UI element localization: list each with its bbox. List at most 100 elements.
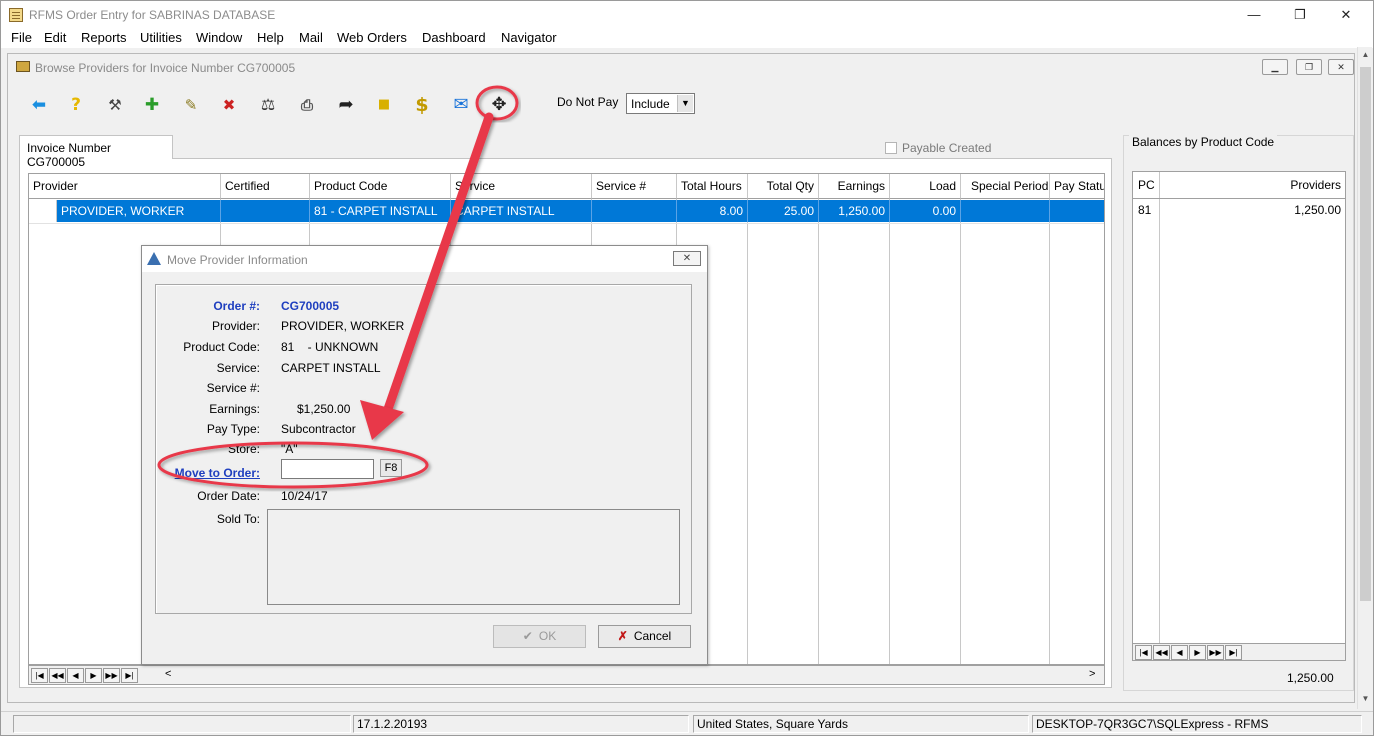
balances-total: 1,250.00 [1287, 671, 1334, 685]
col-header-total-qty[interactable]: Total Qty [748, 174, 819, 199]
cell-service-no[interactable] [592, 200, 677, 222]
cell-special-period[interactable] [961, 200, 1050, 222]
col-header-certified[interactable]: Certified [221, 174, 310, 199]
vertical-scrollbar[interactable]: ▲ ▼ [1357, 47, 1372, 709]
cell-pc[interactable]: 81 [1138, 203, 1151, 217]
cell-certified[interactable] [221, 200, 310, 222]
col-header-product-code[interactable]: Product Code [310, 174, 451, 199]
nav-prev-icon[interactable]: ◀ [67, 668, 84, 683]
cell-load[interactable]: 0.00 [890, 200, 961, 222]
close-button[interactable]: ✕ [1323, 1, 1369, 29]
child-close-button[interactable]: ✕ [1328, 59, 1354, 75]
balances-navigator: |◀ ◀◀ ◀ ▶ ▶▶ ▶| [1132, 643, 1346, 661]
col-header-pay-status[interactable]: Pay Status [1050, 174, 1104, 199]
payable-created-checkbox[interactable]: Payable Created [885, 141, 991, 155]
dollar-icon[interactable]: $ [409, 93, 435, 117]
scroll-down-icon[interactable]: ▼ [1358, 691, 1373, 707]
menu-web-orders[interactable]: Web Orders [337, 30, 407, 45]
dialog-close-button[interactable]: ✕ [673, 251, 701, 266]
nav-first-icon[interactable]: |◀ [1135, 645, 1152, 660]
chevron-down-icon[interactable]: ▼ [677, 95, 693, 112]
balances-title: Balances by Product Code [1129, 135, 1278, 149]
lookup-f8-button[interactable]: F8 [380, 459, 402, 477]
menu-file[interactable]: File [11, 30, 32, 45]
cell-earnings[interactable]: 1,250.00 [819, 200, 890, 222]
delete-document-icon[interactable]: ✖ [216, 93, 242, 117]
edit-document-icon[interactable]: ✎ [178, 93, 204, 117]
redo-arrow-icon[interactable]: ➦ [333, 93, 359, 117]
mail-icon[interactable]: ✉ [448, 93, 474, 117]
cell-provider[interactable]: PROVIDER, WORKER [57, 200, 221, 222]
nav-last-icon[interactable]: ▶| [121, 668, 138, 683]
col-divider [1133, 172, 1160, 658]
app-window: RFMS Order Entry for SABRINAS DATABASE —… [0, 0, 1374, 736]
nav-next-icon[interactable]: ▶ [1189, 645, 1206, 660]
back-arrow-icon[interactable]: ⬅ [26, 93, 52, 117]
menu-dashboard[interactable]: Dashboard [422, 30, 486, 45]
move-to-order-input[interactable] [281, 459, 374, 479]
cell-service[interactable]: CARPET INSTALL [451, 200, 592, 222]
app-notepad-icon [9, 8, 23, 22]
col-header-special-period[interactable]: Special Period [961, 174, 1050, 199]
earnings-label: Earnings: [209, 402, 260, 416]
checkmark-icon: ✔ [522, 629, 533, 643]
scroll-thumb[interactable] [1360, 67, 1371, 601]
nav-prev-page-icon[interactable]: ◀◀ [1153, 645, 1170, 660]
move-icon[interactable]: ✥ [486, 93, 512, 117]
nav-last-icon[interactable]: ▶| [1225, 645, 1242, 660]
help-icon[interactable]: ? [63, 93, 89, 117]
cell-providers[interactable]: 1,250.00 [1294, 203, 1341, 217]
minimize-button[interactable]: — [1231, 1, 1277, 29]
menu-utilities[interactable]: Utilities [140, 30, 182, 45]
nav-first-icon[interactable]: |◀ [31, 668, 48, 683]
earnings-value: $1,250.00 [297, 402, 351, 416]
nav-next-icon[interactable]: ▶ [85, 668, 102, 683]
col-header-earnings[interactable]: Earnings [819, 174, 890, 199]
cell-total-qty[interactable]: 25.00 [748, 200, 819, 222]
restore-button[interactable]: ❐ [1277, 1, 1323, 29]
note-icon[interactable]: ■ [371, 93, 397, 117]
cell-pay-status[interactable] [1050, 200, 1104, 222]
tools-icon[interactable]: ⚒ [102, 93, 128, 117]
col-header-service-no[interactable]: Service # [592, 174, 677, 199]
cancel-button[interactable]: ✗ Cancel [598, 625, 691, 648]
checkbox-icon[interactable] [885, 142, 897, 154]
product-code-label: Product Code: [183, 340, 260, 354]
nav-next-page-icon[interactable]: ▶▶ [1207, 645, 1224, 660]
browse-providers-title: Browse Providers for Invoice Number CG70… [35, 61, 296, 75]
scroll-right-icon[interactable]: > [1089, 668, 1095, 680]
col-header-service[interactable]: Service [451, 174, 592, 199]
nav-prev-page-icon[interactable]: ◀◀ [49, 668, 66, 683]
nav-next-page-icon[interactable]: ▶▶ [103, 668, 120, 683]
child-minimize-button[interactable]: ▁ [1262, 59, 1288, 75]
add-icon[interactable]: ✚ [139, 93, 165, 117]
menu-edit[interactable]: Edit [44, 30, 66, 45]
nav-prev-icon[interactable]: ◀ [1171, 645, 1188, 660]
do-not-pay-select[interactable]: Include ▼ [626, 93, 695, 114]
col-header-total-hours[interactable]: Total Hours [677, 174, 748, 199]
cell-total-hours[interactable]: 8.00 [677, 200, 748, 222]
print-icon[interactable]: ⎙ [294, 93, 320, 117]
child-restore-button[interactable]: ❐ [1296, 59, 1322, 75]
scroll-left-icon[interactable]: < [165, 668, 171, 680]
table-row[interactable]: PROVIDER, WORKER 81 - CARPET INSTALL CAR… [29, 200, 1104, 222]
dialog-titlebar: Move Provider Information ✕ [142, 246, 707, 272]
ok-button[interactable]: ✔ OK [493, 625, 586, 648]
window-icon [16, 61, 30, 72]
service-value: CARPET INSTALL [281, 361, 381, 375]
col-header-pc[interactable]: PC [1138, 178, 1155, 192]
app-title: RFMS Order Entry for SABRINAS DATABASE [29, 8, 276, 22]
col-header-load[interactable]: Load [890, 174, 961, 199]
menu-help[interactable]: Help [257, 30, 284, 45]
col-header-provider[interactable]: Provider [29, 174, 221, 199]
cancel-label: Cancel [633, 629, 672, 643]
cell-product-code[interactable]: 81 - CARPET INSTALL [310, 200, 451, 222]
menu-mail[interactable]: Mail [299, 30, 323, 45]
tab-invoice-number[interactable]: Invoice Number CG700005 [19, 135, 173, 169]
menu-reports[interactable]: Reports [81, 30, 127, 45]
menu-window[interactable]: Window [196, 30, 242, 45]
col-header-providers[interactable]: Providers [1290, 178, 1341, 192]
menu-navigator[interactable]: Navigator [501, 30, 557, 45]
scroll-up-icon[interactable]: ▲ [1358, 47, 1373, 63]
balance-scale-icon[interactable]: ⚖ [255, 93, 281, 117]
